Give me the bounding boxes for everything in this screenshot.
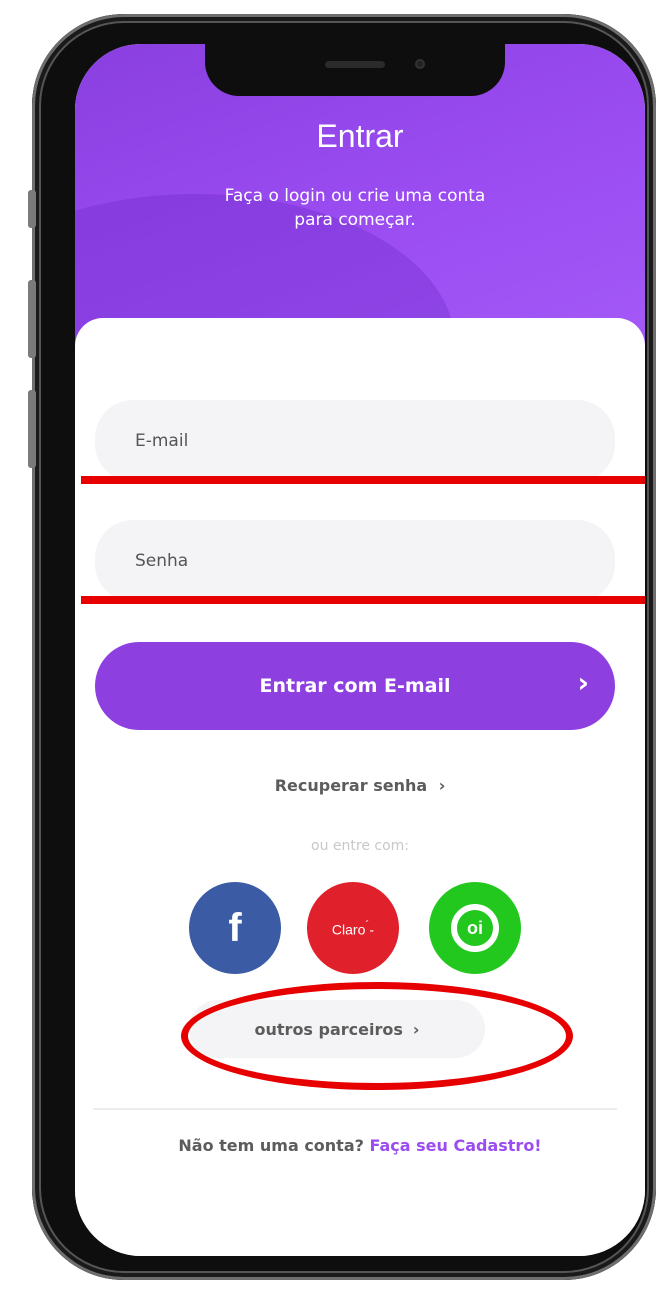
oi-logo-icon: oi [451, 904, 499, 952]
page-title: Entrar [316, 118, 404, 154]
password-placeholder: Senha [135, 551, 189, 571]
phone-screen: Entrar Faça o login ou crie uma conta pa… [75, 44, 645, 1256]
oi-login-button[interactable]: oi [429, 882, 521, 974]
claro-logo-icon: Claro´- [331, 918, 375, 938]
section-divider [93, 1108, 617, 1110]
page-subtitle: Faça o login ou crie uma conta para come… [224, 186, 486, 230]
phone-volume-down-button [28, 390, 36, 468]
email-field[interactable]: E-mail [95, 400, 615, 482]
login-email-button[interactable]: Entrar com E-mail › [95, 642, 615, 730]
login-card: E-mail Senha Entrar com E-mail › Recuper… [75, 318, 645, 1256]
phone-side-button [28, 190, 36, 228]
claro-login-button[interactable]: Claro´- [307, 882, 399, 974]
facebook-icon: f [228, 905, 242, 950]
recover-password-label: Recuperar senha [274, 776, 428, 795]
annotation-underline-password [81, 596, 645, 604]
recover-password-link[interactable]: Recuperar senha › [75, 776, 645, 795]
signup-link[interactable]: Faça seu Cadastro! [369, 1136, 541, 1155]
facebook-login-button[interactable]: f [189, 882, 281, 974]
annotation-circle-partners [181, 982, 573, 1090]
speaker-grill [325, 61, 385, 68]
phone-notch [205, 44, 505, 96]
chevron-right-icon: › [577, 666, 589, 699]
phone-volume-up-button [28, 280, 36, 358]
annotation-underline-email [81, 476, 645, 484]
social-divider-text: ou entre com: [311, 838, 409, 854]
oi-logo-text: oi [467, 917, 483, 938]
email-placeholder: E-mail [135, 431, 189, 451]
signup-prompt: Não tem uma conta? Faça seu Cadastro! [75, 1136, 645, 1155]
signup-question: Não tem uma conta? [178, 1136, 364, 1155]
login-email-button-label: Entrar com E-mail [259, 675, 451, 697]
claro-logo-text: Claro [331, 921, 366, 938]
password-field[interactable]: Senha [95, 520, 615, 602]
chevron-right-icon: › [438, 776, 446, 795]
camera-icon [415, 59, 425, 69]
